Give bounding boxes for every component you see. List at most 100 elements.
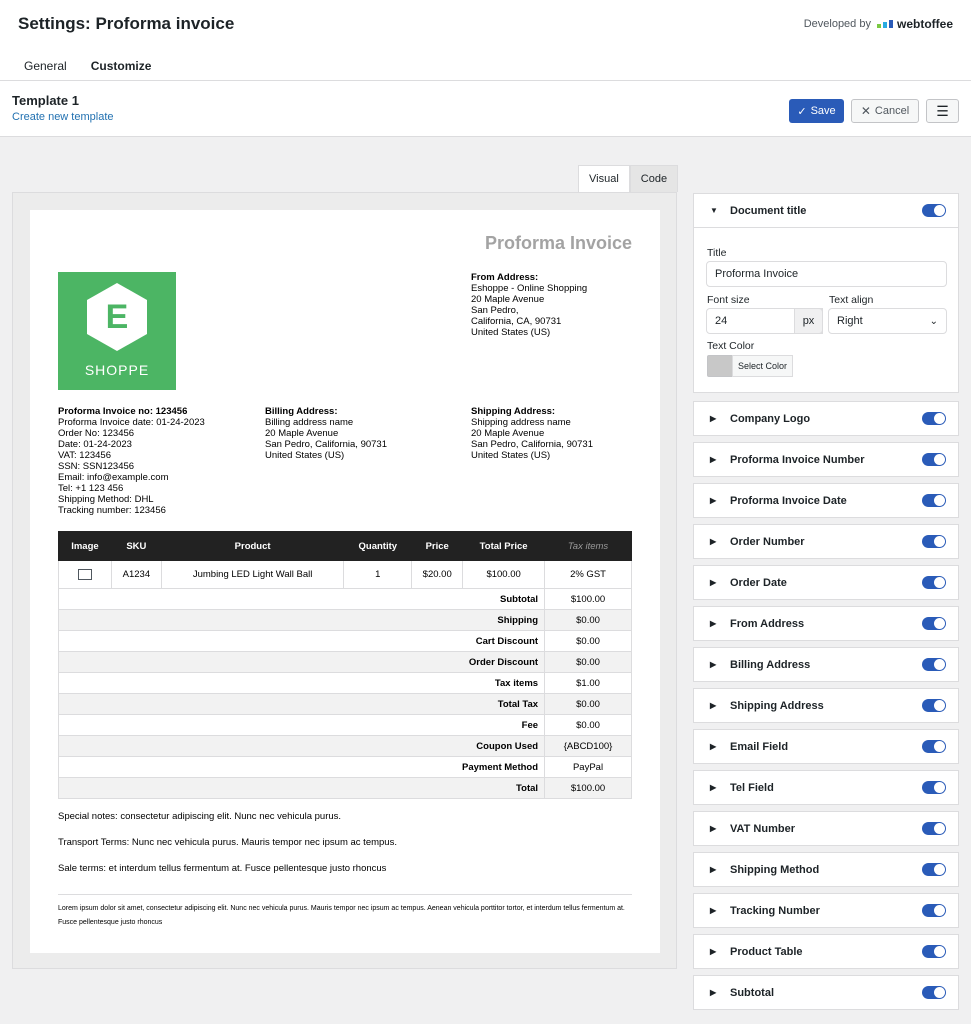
total-row: Total Tax $0.00 bbox=[57, 693, 632, 715]
total-row: Shipping $0.00 bbox=[57, 609, 632, 631]
shipping-address[interactable]: Shipping Address: Shipping address name … bbox=[471, 406, 593, 461]
toggle-switch[interactable] bbox=[922, 453, 946, 466]
total-row: Coupon Used {ABCD100} bbox=[57, 735, 632, 757]
save-button[interactable]: ✓ Save bbox=[789, 99, 844, 123]
company-logo[interactable]: E SHOPPE bbox=[58, 272, 176, 390]
caret-right-icon: ▶ bbox=[710, 455, 717, 464]
caret-right-icon: ▶ bbox=[710, 906, 717, 915]
cancel-button[interactable]: ✕ Cancel bbox=[851, 99, 919, 123]
close-icon: ✕ bbox=[860, 104, 871, 118]
template-name: Template 1 bbox=[12, 93, 79, 108]
chevron-down-icon: ⌄ bbox=[929, 315, 938, 327]
sale-terms[interactable]: Sale terms: et interdum tellus fermentum… bbox=[58, 863, 386, 874]
toggle-switch[interactable] bbox=[922, 822, 946, 835]
billing-address[interactable]: Billing Address: Billing address name 20… bbox=[265, 406, 387, 461]
toggle-switch[interactable] bbox=[922, 986, 946, 999]
caret-right-icon: ▶ bbox=[710, 988, 717, 997]
tab-general[interactable]: General bbox=[12, 53, 79, 83]
developer-credit: Developed by webtoffee bbox=[803, 17, 953, 31]
toggle-switch[interactable] bbox=[922, 740, 946, 753]
invoice-details[interactable]: Proforma Invoice no: 123456 Proforma Inv… bbox=[58, 406, 205, 516]
tab-code[interactable]: Code bbox=[629, 165, 679, 192]
col-tax-items: Tax items bbox=[544, 531, 632, 561]
col-sku: SKU bbox=[110, 531, 162, 561]
tab-customize[interactable]: Customize bbox=[78, 53, 164, 83]
editor-tabs: Visual Code bbox=[578, 165, 679, 192]
panel-invoice-date: ▶ Proforma Invoice Date bbox=[693, 483, 959, 518]
logo-text: SHOPPE bbox=[84, 362, 150, 378]
caret-down-icon: ▼ bbox=[710, 206, 718, 215]
toggle-switch[interactable] bbox=[922, 781, 946, 794]
footer-text[interactable]: Lorem ipsum dolor sit amet, consectetur … bbox=[58, 902, 632, 930]
caret-right-icon: ▶ bbox=[710, 414, 717, 423]
preview-canvas: Proforma Invoice E SHOPPE From Address: … bbox=[12, 192, 677, 969]
create-template-link[interactable]: Create new template bbox=[12, 111, 114, 123]
toggle-switch[interactable] bbox=[922, 576, 946, 589]
caret-right-icon: ▶ bbox=[710, 619, 717, 628]
panel-product-table: ▶ Product Table bbox=[693, 934, 959, 969]
special-notes[interactable]: Special notes: consectetur adipiscing el… bbox=[58, 811, 341, 822]
caret-right-icon: ▶ bbox=[710, 742, 717, 751]
menu-button[interactable]: ☰ bbox=[926, 99, 959, 123]
divider bbox=[58, 894, 632, 895]
check-icon: ✓ bbox=[797, 105, 807, 118]
toggle-switch[interactable] bbox=[922, 412, 946, 425]
invoice-title[interactable]: Proforma Invoice bbox=[485, 233, 632, 254]
toggle-switch[interactable] bbox=[922, 699, 946, 712]
col-total-price: Total Price bbox=[462, 531, 546, 561]
top-bar: Settings: Proforma invoice Developed by … bbox=[0, 0, 971, 83]
toggle-switch[interactable] bbox=[922, 617, 946, 630]
tab-visual[interactable]: Visual bbox=[578, 165, 630, 192]
caret-right-icon: ▶ bbox=[710, 496, 717, 505]
toggle-switch[interactable] bbox=[922, 494, 946, 507]
table-header-row: Image SKU Product Quantity Price Total P… bbox=[58, 531, 632, 561]
select-color-button[interactable]: Select Color bbox=[732, 355, 793, 377]
caret-right-icon: ▶ bbox=[710, 824, 717, 833]
panel-shipping-method: ▶ Shipping Method bbox=[693, 852, 959, 887]
col-price: Price bbox=[411, 531, 464, 561]
panel-company-logo: ▶ Company Logo bbox=[693, 401, 959, 436]
toggle-switch[interactable] bbox=[922, 863, 946, 876]
transport-terms[interactable]: Transport Terms: Nunc nec vehicula purus… bbox=[58, 837, 397, 848]
text-align-select[interactable]: Right ⌄ bbox=[828, 308, 947, 334]
caret-right-icon: ▶ bbox=[710, 578, 717, 587]
panel-document-title: ▼ Document title Title Proforma Invoice … bbox=[693, 193, 959, 393]
title-input[interactable]: Proforma Invoice bbox=[706, 261, 947, 287]
toggle-switch[interactable] bbox=[922, 535, 946, 548]
toggle-switch[interactable] bbox=[922, 658, 946, 671]
panel-tracking-number: ▶ Tracking Number bbox=[693, 893, 959, 928]
panel-header[interactable]: ▼ Document title bbox=[694, 194, 958, 227]
total-row: Payment Method PayPal bbox=[57, 756, 632, 778]
webtoffee-logo-icon bbox=[876, 20, 893, 28]
total-row: Cart Discount $0.00 bbox=[57, 630, 632, 652]
toggle-switch[interactable] bbox=[922, 945, 946, 958]
caret-right-icon: ▶ bbox=[710, 701, 717, 710]
text-align-label: Text align bbox=[829, 294, 874, 306]
title-label: Title bbox=[707, 247, 727, 259]
panel-body: Title Proforma Invoice Font size 24 px T… bbox=[694, 227, 958, 392]
total-row: Fee $0.00 bbox=[57, 714, 632, 736]
total-row: Tax items $1.00 bbox=[57, 672, 632, 694]
col-product: Product bbox=[160, 531, 345, 561]
table-row: A1234 Jumbing LED Light Wall Ball 1 $20.… bbox=[58, 560, 632, 589]
image-placeholder-icon bbox=[77, 568, 92, 580]
panel-from-address: ▶ From Address bbox=[693, 606, 959, 641]
toggle-switch[interactable] bbox=[922, 904, 946, 917]
page-title: Settings: Proforma invoice bbox=[18, 14, 235, 33]
col-quantity: Quantity bbox=[343, 531, 413, 561]
settings-tabs: General Customize bbox=[12, 53, 164, 83]
caret-right-icon: ▶ bbox=[710, 660, 717, 669]
hamburger-icon: ☰ bbox=[936, 102, 949, 119]
panel-invoice-number: ▶ Proforma Invoice Number bbox=[693, 442, 959, 477]
color-swatch[interactable] bbox=[707, 355, 733, 377]
from-address[interactable]: From Address: Eshoppe - Online Shopping … bbox=[471, 272, 587, 338]
caret-right-icon: ▶ bbox=[710, 783, 717, 792]
panel-tel-field: ▶ Tel Field bbox=[693, 770, 959, 805]
col-image: Image bbox=[58, 531, 112, 561]
panel-order-date: ▶ Order Date bbox=[693, 565, 959, 600]
toggle-switch[interactable] bbox=[922, 204, 946, 217]
total-row: Order Discount $0.00 bbox=[57, 651, 632, 673]
panel-vat-number: ▶ VAT Number bbox=[693, 811, 959, 846]
panel-billing-address: ▶ Billing Address bbox=[693, 647, 959, 682]
product-table[interactable]: Image SKU Product Quantity Price Total P… bbox=[57, 531, 632, 799]
